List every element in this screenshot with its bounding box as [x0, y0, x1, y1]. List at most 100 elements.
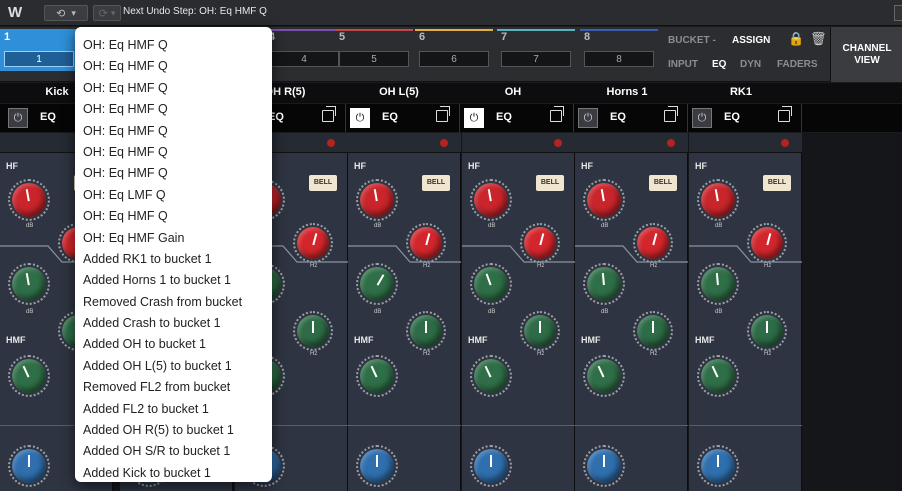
- eq-label[interactable]: EQ: [496, 111, 512, 123]
- undo-history-item[interactable]: OH: Eq HMF Q: [75, 142, 272, 163]
- open-window-icon[interactable]: [436, 106, 450, 122]
- hmf-freq-knob[interactable]: [520, 311, 560, 351]
- bucket-name-field[interactable]: 7: [501, 51, 571, 67]
- faders-filter-button[interactable]: FADERS: [777, 59, 818, 70]
- lock-icon[interactable]: 🔒: [788, 31, 804, 47]
- hmf-gain-knob[interactable]: [8, 355, 50, 397]
- undo-history-item[interactable]: OH: Eq HMF Q: [75, 206, 272, 227]
- bucket-name-field[interactable]: 5: [339, 51, 409, 67]
- hf-q-knob[interactable]: [8, 263, 50, 305]
- undo-history-item[interactable]: Added OH S/R to bucket 1: [75, 441, 272, 462]
- bucket-name-field[interactable]: 6: [419, 51, 489, 67]
- trash-icon[interactable]: 🗑: [810, 31, 827, 47]
- lmf-gain-knob[interactable]: [470, 445, 512, 487]
- bell-button[interactable]: BELL: [536, 175, 564, 191]
- open-window-icon[interactable]: [778, 106, 792, 122]
- hmf-freq-knob[interactable]: [293, 311, 333, 351]
- bucket-1[interactable]: 11: [0, 29, 78, 71]
- undo-history-item[interactable]: OH: Eq HMF Q: [75, 56, 272, 77]
- undo-button[interactable]: ⟲ ▾: [44, 5, 88, 21]
- undo-history-item[interactable]: Removed FL2 from bucket: [75, 377, 272, 398]
- bell-button[interactable]: BELL: [763, 175, 791, 191]
- bucket-name-field[interactable]: 4: [269, 51, 339, 67]
- eq-strip: HFBELLdBHzdBHzHMF: [348, 133, 461, 491]
- eq-label[interactable]: EQ: [610, 111, 626, 123]
- open-window-icon[interactable]: [322, 106, 336, 122]
- hf-gain-knob[interactable]: [470, 179, 512, 221]
- hmf-gain-knob[interactable]: [697, 355, 739, 397]
- eq-label[interactable]: EQ: [40, 111, 56, 123]
- undo-history-item[interactable]: OH: Eq LMF Q: [75, 185, 272, 206]
- input-filter-button[interactable]: INPUT: [668, 59, 698, 70]
- power-icon[interactable]: ⏻: [8, 108, 28, 128]
- chevron-down-icon[interactable]: ▾: [111, 8, 116, 19]
- undo-history-item[interactable]: OH: Eq HMF Q: [75, 99, 272, 120]
- bucket-name-field[interactable]: 8: [584, 51, 654, 67]
- undo-history-item[interactable]: OH: Eq HMF Gain: [75, 228, 272, 249]
- lmf-gain-knob[interactable]: [697, 445, 739, 487]
- bucket-7[interactable]: 77: [497, 29, 575, 71]
- hf-q-knob[interactable]: [356, 263, 398, 305]
- power-icon[interactable]: ⏻: [692, 108, 712, 128]
- undo-history-item[interactable]: Added FL2 to bucket 1: [75, 399, 272, 420]
- bucket-4[interactable]: 44: [265, 29, 343, 71]
- undo-history-item[interactable]: OH: Eq HMF Q: [75, 121, 272, 142]
- knob-cap: [637, 315, 669, 347]
- chevron-down-icon[interactable]: ▾: [71, 8, 76, 19]
- hf-gain-knob[interactable]: [697, 179, 739, 221]
- undo-history-item[interactable]: Added Crash to bucket 1: [75, 313, 272, 334]
- undo-history-item[interactable]: Added OH to bucket 1: [75, 334, 272, 355]
- bucket-name-field[interactable]: 1: [4, 51, 74, 67]
- undo-history-item[interactable]: OH: Eq HMF Q: [75, 163, 272, 184]
- bucket-8[interactable]: 88: [580, 29, 658, 71]
- channel-name[interactable]: Horns 1: [570, 86, 684, 98]
- hf-q-knob[interactable]: [470, 263, 512, 305]
- hf-gain-knob[interactable]: [356, 179, 398, 221]
- eq-filter-button[interactable]: EQ: [712, 59, 726, 70]
- bucket-6[interactable]: 66: [415, 29, 493, 71]
- undo-history-item[interactable]: Added RK1 to bucket 1: [75, 249, 272, 270]
- eq-label[interactable]: EQ: [382, 111, 398, 123]
- channel-name[interactable]: OH L(5): [342, 86, 456, 98]
- bucket-5[interactable]: 55: [335, 29, 413, 71]
- undo-history-item[interactable]: OH: Eq HMF Q: [75, 78, 272, 99]
- undo-history-item[interactable]: Added Kick to bucket 1: [75, 463, 272, 484]
- undo-history-item[interactable]: Added OH R(5) to bucket 1: [75, 420, 272, 441]
- eq-label[interactable]: EQ: [724, 111, 740, 123]
- hmf-gain-knob[interactable]: [470, 355, 512, 397]
- undo-history-item[interactable]: Added OH L(5) to bucket 1: [75, 356, 272, 377]
- bucket-color-bar: [0, 29, 78, 31]
- hmf-freq-knob[interactable]: [633, 311, 673, 351]
- hmf-freq-knob[interactable]: [406, 311, 446, 351]
- channel-view-button[interactable]: CHANNEL VIEW: [830, 27, 902, 82]
- bell-button[interactable]: BELL: [309, 175, 337, 191]
- section-divider: [348, 425, 461, 426]
- bell-button[interactable]: BELL: [649, 175, 677, 191]
- undo-history-item[interactable]: OH: Eq HMF Q: [75, 35, 272, 56]
- open-window-icon[interactable]: [550, 106, 564, 122]
- hf-gain-knob[interactable]: [8, 179, 50, 221]
- hmf-gain-knob[interactable]: [583, 355, 625, 397]
- redo-button[interactable]: ⟳ ▾: [93, 5, 121, 21]
- lmf-gain-knob[interactable]: [583, 445, 625, 487]
- hmf-gain-knob[interactable]: [356, 355, 398, 397]
- next-undo-step-label: Next Undo Step: OH: Eq HMF Q: [123, 6, 267, 17]
- channel-name[interactable]: OH: [456, 86, 570, 98]
- power-icon[interactable]: ⏻: [350, 108, 370, 128]
- lmf-gain-knob[interactable]: [8, 445, 50, 487]
- power-icon[interactable]: ⏻: [464, 108, 484, 128]
- hf-q-knob[interactable]: [583, 263, 625, 305]
- channel-name[interactable]: RK1: [684, 86, 798, 98]
- undo-history-item[interactable]: Added Horns 1 to bucket 1: [75, 270, 272, 291]
- hf-gain-knob[interactable]: [583, 179, 625, 221]
- hmf-freq-knob[interactable]: [747, 311, 787, 351]
- lmf-gain-knob[interactable]: [356, 445, 398, 487]
- hf-q-knob[interactable]: [697, 263, 739, 305]
- window-edge-button[interactable]: [894, 5, 902, 21]
- bell-button[interactable]: BELL: [422, 175, 450, 191]
- undo-history-item[interactable]: Removed Crash from bucket: [75, 292, 272, 313]
- open-window-icon[interactable]: [664, 106, 678, 122]
- dyn-filter-button[interactable]: DYN: [740, 59, 761, 70]
- assign-button[interactable]: ASSIGN: [732, 35, 770, 46]
- power-icon[interactable]: ⏻: [578, 108, 598, 128]
